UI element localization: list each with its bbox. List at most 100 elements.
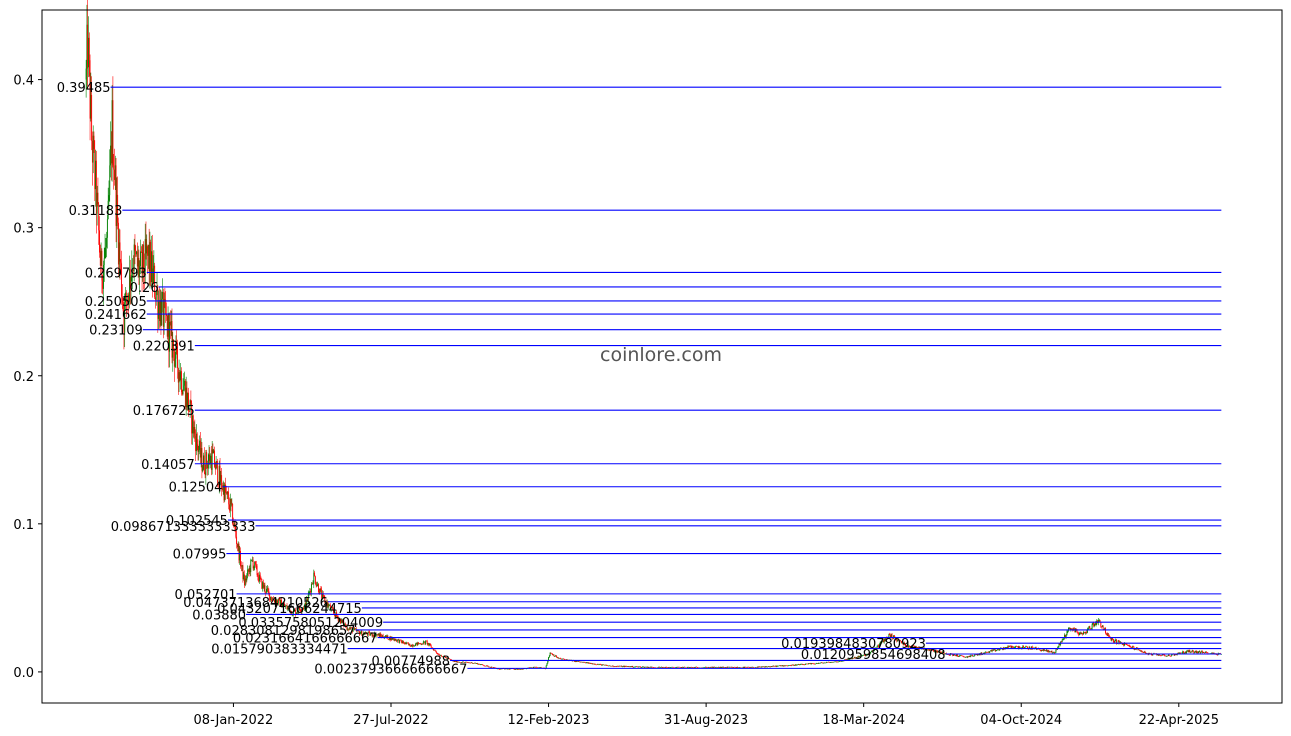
candle-body (751, 667, 753, 668)
candle-body (245, 578, 247, 581)
candle-body (161, 298, 163, 326)
candle-body (140, 251, 142, 253)
candle-body (263, 585, 265, 588)
candle-body (615, 666, 616, 667)
candle-body (1043, 649, 1045, 651)
candle-body (1007, 646, 1009, 648)
candle-body (114, 169, 115, 180)
candle-body (311, 583, 313, 585)
candle-body (1128, 645, 1130, 646)
candle-body (117, 222, 119, 265)
candle-body (146, 246, 148, 254)
candle-body (647, 666, 649, 668)
candle-body (648, 667, 650, 668)
candle-body (644, 667, 646, 668)
candle-body (553, 654, 555, 657)
candle-body (99, 252, 101, 266)
candle-body (756, 666, 758, 668)
candle-body (744, 667, 746, 668)
candle-body (607, 665, 609, 667)
candle-body (106, 219, 108, 238)
candle-body (1145, 652, 1147, 654)
candle-body (670, 667, 672, 668)
candle-body (1144, 651, 1146, 653)
candle-body (767, 666, 769, 668)
candle-body (630, 666, 632, 667)
candle-body (966, 656, 968, 658)
candle-body (1206, 652, 1208, 653)
x-axis: 08-Jan-2022 27-Jul-2022 12-Feb-2023 31-Aug-… (194, 703, 1219, 728)
candle-body (671, 667, 672, 668)
candle-body (637, 666, 639, 668)
candle-body (1107, 634, 1109, 636)
candle-body (1076, 630, 1078, 633)
candle-body (818, 662, 820, 664)
candle-body (971, 654, 973, 656)
candle-body (385, 635, 387, 638)
level-label: 0.015790383334471 (211, 643, 347, 658)
candle-body (651, 666, 653, 668)
candle-body (985, 651, 987, 653)
candle-body (1165, 656, 1167, 657)
candle-body (719, 667, 720, 668)
candle-body (815, 663, 817, 665)
candle-body (552, 654, 554, 656)
candle-body (1114, 639, 1116, 643)
candle-body (1151, 654, 1153, 656)
candle-body (578, 661, 580, 662)
candle-body (264, 585, 266, 592)
candle-body (750, 667, 752, 668)
candle-body (392, 637, 394, 640)
candle-body (491, 666, 493, 668)
candle-body (515, 669, 516, 670)
candle-body (602, 664, 604, 666)
candle-body (994, 649, 996, 652)
candle-body (252, 559, 254, 569)
candle-body (1202, 652, 1204, 653)
candle-body (577, 661, 579, 662)
candle-body (682, 667, 684, 668)
candle-body (767, 666, 769, 668)
candle-body (380, 633, 382, 636)
candle-body (620, 665, 622, 667)
candle-body (1138, 649, 1140, 651)
candle-body (195, 433, 197, 452)
candle-body (434, 649, 436, 651)
candle-body (726, 666, 728, 668)
candle-body (1087, 628, 1089, 630)
candle-body (519, 668, 521, 670)
candle-body (771, 666, 773, 667)
candle-body (388, 639, 390, 640)
candle-body (711, 666, 713, 668)
candle-body (990, 650, 992, 652)
candle-body (640, 666, 642, 668)
candle-body (635, 666, 637, 668)
candle-body (1014, 647, 1016, 648)
candle-body (231, 503, 233, 505)
candle-body (160, 300, 162, 326)
candle-body (580, 661, 582, 663)
candle-body (743, 666, 745, 668)
y-tick-label: 0.1 (13, 518, 34, 533)
candle-body (765, 666, 767, 668)
candle-body (158, 301, 160, 319)
candle-body (1142, 651, 1144, 653)
candle-body (714, 666, 716, 668)
candle-body (1099, 620, 1101, 622)
candle-body (748, 666, 750, 668)
candle-body (777, 665, 779, 667)
candle-body (149, 242, 151, 272)
candle-body (615, 666, 617, 668)
candle-body (787, 665, 789, 667)
candle-body (408, 643, 410, 645)
candle-body (800, 664, 802, 665)
candle-body (413, 645, 415, 647)
candle-body (778, 665, 780, 667)
candle-body (1085, 632, 1087, 634)
candle-body (1123, 643, 1125, 646)
candle-body (411, 644, 413, 647)
candle-body (200, 448, 202, 458)
candle-body (601, 664, 603, 666)
candle-body (689, 667, 691, 668)
candle-body (1073, 628, 1075, 630)
